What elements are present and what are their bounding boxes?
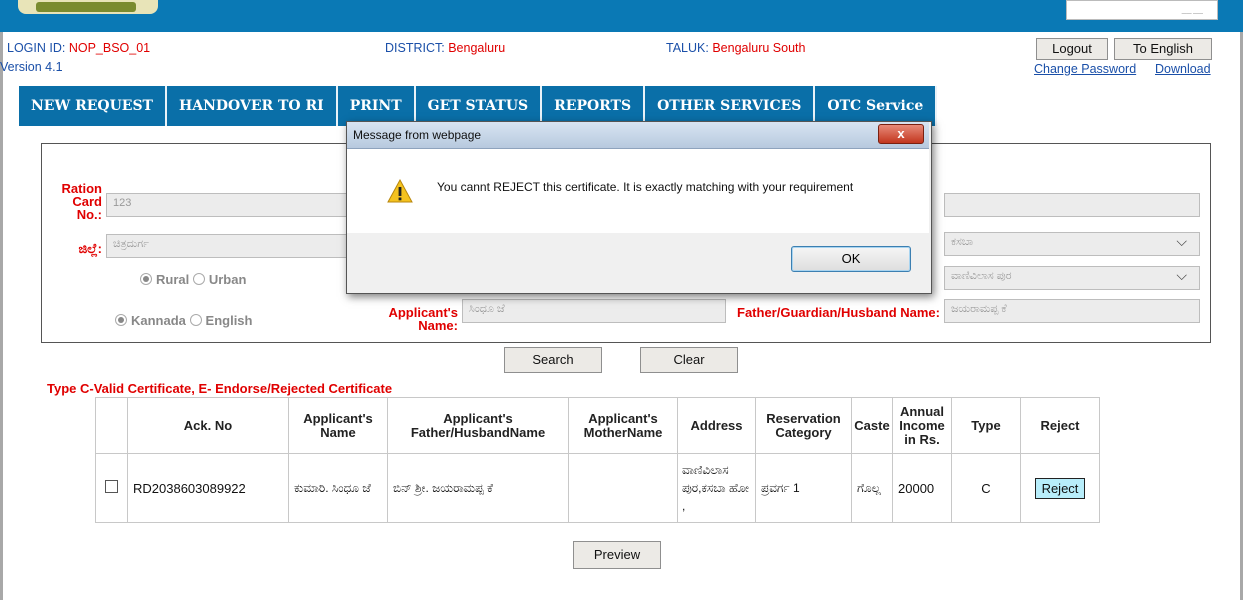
cell-caste: ಗೊಲ್ಲ: [851, 453, 893, 523]
results-table: Ack. No Applicant's Name Applicant's Fat…: [95, 397, 1100, 523]
ok-button[interactable]: OK: [791, 246, 911, 272]
taluk-info: TALUK: Bengaluru South: [666, 41, 806, 55]
header-name: Applicant's Name: [288, 397, 388, 454]
district-label: ಜಿಲ್ಲೆ:: [78, 241, 102, 256]
clear-button[interactable]: Clear: [640, 347, 738, 373]
cell-father: ಬಿನ್ ಶ್ರೀ. ಜಯರಾಮಪ್ಪ ಕೆ: [387, 453, 569, 523]
govt-logo: [18, 0, 158, 14]
close-icon[interactable]: x: [878, 124, 924, 144]
district-info: DISTRICT: Bengaluru: [385, 41, 506, 55]
kannada-radio[interactable]: [115, 314, 127, 326]
cell-ack: RD2038603089922: [127, 453, 289, 523]
nav-new-request[interactable]: NEW REQUEST: [19, 86, 167, 126]
cell-income: 20000: [892, 453, 952, 523]
header-reject: Reject: [1020, 397, 1100, 454]
cell-type: C: [951, 453, 1021, 523]
version-label: Version 4.1: [0, 60, 63, 74]
row-select-cell: [95, 453, 128, 523]
alert-dialog: Message from webpage x You cannt REJECT …: [346, 121, 932, 294]
header-ack: Ack. No: [127, 397, 289, 454]
father-name-label: Father/Guardian/Husband Name:: [737, 305, 940, 320]
top-banner: —— ——: [0, 0, 1243, 32]
header-caste: Caste: [851, 397, 893, 454]
applicant-name-input[interactable]: ಸಿಂಧೂ ಜೆ: [462, 299, 726, 323]
language-radio-group[interactable]: Kannada English: [115, 313, 252, 328]
certificate-type-legend: Type C-Valid Certificate, E- Endorse/Rej…: [47, 381, 393, 396]
cell-reject: Reject: [1020, 453, 1100, 523]
header-father: Applicant's Father/HusbandName: [387, 397, 569, 454]
header-category: Reservation Category: [755, 397, 852, 454]
login-id: LOGIN ID: NOP_BSO_01: [7, 41, 151, 55]
nav-other-services[interactable]: OTHER SERVICES: [645, 86, 816, 126]
nav-print[interactable]: PRINT: [337, 86, 416, 126]
ration-card-label: Ration Card No.:: [61, 181, 102, 222]
header-select: [95, 397, 128, 454]
search-button[interactable]: Search: [504, 347, 602, 373]
nav-reports[interactable]: REPORTS: [542, 86, 646, 126]
logout-button[interactable]: Logout: [1036, 38, 1108, 60]
header-mother: Applicant's MotherName: [568, 397, 678, 454]
left-border: [0, 32, 3, 600]
cell-name: ಕುಮಾರಿ. ಸಿಂಧೂ ಜೆ: [288, 453, 388, 523]
nav-get-status[interactable]: GET STATUS: [415, 86, 543, 126]
table-row: RD2038603089922 ಕುಮಾರಿ. ಸಿಂಧೂ ಜೆ ಬಿನ್ ಶ್…: [95, 453, 1100, 523]
father-name-input[interactable]: ಜಯರಾಮಪ್ಪ ಕೆ: [944, 299, 1200, 323]
dialog-titlebar: Message from webpage x: [347, 122, 929, 149]
reject-button[interactable]: Reject: [1034, 477, 1086, 499]
rural-radio[interactable]: [140, 273, 152, 285]
right-logo: —— ——: [1066, 0, 1218, 20]
hobli-select[interactable]: ಕಸಬಾ: [944, 232, 1200, 256]
dialog-message: You cannt REJECT this certificate. It is…: [437, 180, 854, 194]
row-checkbox[interactable]: [105, 480, 118, 493]
warning-icon: [387, 179, 413, 203]
cell-category: ಪ್ರವರ್ಗ 1: [755, 453, 852, 523]
urban-radio[interactable]: [192, 273, 205, 285]
change-password-link[interactable]: Change Password: [1034, 62, 1136, 76]
english-radio[interactable]: [189, 314, 202, 326]
dialog-title: Message from webpage: [353, 128, 482, 142]
download-link[interactable]: Download: [1155, 62, 1211, 76]
nav-otc-service[interactable]: OTC Service: [815, 86, 938, 126]
header-address: Address: [677, 397, 756, 454]
nav-handover[interactable]: HANDOVER TO RI: [166, 86, 338, 126]
table-header-row: Ack. No Applicant's Name Applicant's Fat…: [95, 397, 1100, 454]
cell-address: ವಾಣಿವಿಲಾಸ ಪುರ,ಕಸಬಾ ಹೋ ,: [677, 453, 756, 523]
header-type: Type: [951, 397, 1021, 454]
header-income: Annual Income in Rs.: [892, 397, 952, 454]
applicant-name-label: Applicant's Name:: [388, 305, 458, 333]
right-input-1[interactable]: [944, 193, 1200, 217]
village-select[interactable]: ವಾಣಿವಿಲಾಸ ಪುರ: [944, 266, 1200, 290]
area-radio-group[interactable]: Rural Urban: [140, 272, 246, 287]
cell-mother: [568, 453, 678, 523]
to-english-button[interactable]: To English: [1114, 38, 1212, 60]
preview-button[interactable]: Preview: [573, 541, 661, 569]
dialog-body: You cannt REJECT this certificate. It is…: [347, 149, 929, 233]
main-nav: NEW REQUEST HANDOVER TO RI PRINT GET STA…: [19, 86, 938, 126]
